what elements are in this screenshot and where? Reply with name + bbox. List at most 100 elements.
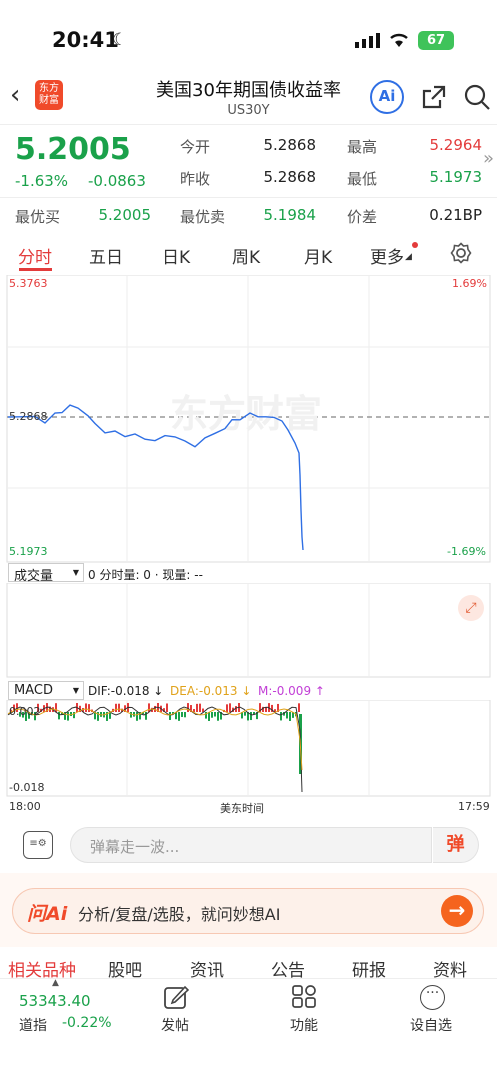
macd-histogram-bar [250,712,252,721]
y-axis-min: 5.1973 [9,545,48,558]
change-value: -0.0863 [88,172,146,190]
danmu-send-button[interactable]: 弹 [433,827,479,863]
macd-histogram-bar [187,703,189,712]
divider [0,978,497,979]
best-ask-label: 最优卖 [180,208,226,226]
chevron-up-icon: ▲ [52,978,59,988]
volume-info: 0 分时量: 0 · 现量: -- [88,568,203,582]
price-chart[interactable]: 东方财富 [0,275,497,565]
macd-dea: DEA:-0.013 ↓ [170,684,252,698]
macd-histogram-bar [88,704,90,712]
y-axis-max: 5.3763 [9,277,48,290]
post-button-label: 发帖 [161,1018,189,1034]
chevron-down-icon: ▼ [72,686,79,695]
open-value: 5.2868 [263,136,317,154]
change-percent: -1.63% [15,172,69,190]
ai-button[interactable]: Ai [370,80,404,114]
expand-icon[interactable]: » [483,148,494,169]
macd-histogram-bar [70,712,72,717]
tab-five-day[interactable]: 五日 [89,243,123,268]
macd-histogram-bar [286,712,288,719]
macd-histogram-bar [214,712,216,717]
x-axis-end: 17:59 [458,800,490,813]
macd-histogram-bar [289,712,291,721]
dow-index-value[interactable]: 53343.40 [19,992,91,1010]
battery-level: 67 [426,33,446,48]
macd-histogram-bar [55,703,57,712]
macd-histogram-bar [181,712,183,717]
chevron-down-icon: ◢ [405,252,412,262]
macd-histogram-bar [136,712,138,721]
fullscreen-icon[interactable]: ⤢ [458,595,484,621]
macd-axis-min: -0.018 [9,781,45,794]
spread-value: 0.21BP [429,206,482,224]
y-axis-mid: 5.2868 [9,410,48,423]
macd-axis-max: 0.002 [9,705,41,718]
macd-histogram-bar [67,712,69,721]
ai-assistant-prompt: 分析/复盘/选股，就问妙想AI [78,905,281,924]
macd-histogram-bar [118,703,120,712]
volume-selector-label: 成交量 [14,569,54,584]
indicator-selector-label: MACD [14,683,53,698]
macd-histogram-bar [148,703,150,712]
volume-selector[interactable]: 成交量 ▼ [8,563,84,584]
more-options-icon[interactable]: ··· [420,985,445,1010]
battery-icon: 67 [418,31,454,50]
indicator-selector[interactable]: MACD ▼ [8,681,84,700]
macd-dif: DIF:-0.018 ↓ [88,684,164,698]
chevron-down-icon: ▼ [72,568,79,577]
share-icon[interactable] [420,83,448,111]
dow-index-change: -0.22% [62,1015,112,1031]
pct-axis-min: -1.69% [447,545,486,558]
macd-m: M:-0.009 ↑ [258,684,325,698]
tab-intraday[interactable]: 分时 [18,243,52,268]
low-value: 5.1973 [429,168,483,186]
macd-histogram-bar [199,703,201,712]
notification-dot [412,242,418,248]
best-bid-value: 5.2005 [98,206,152,224]
macd-histogram-bar [211,712,213,718]
tab-active-indicator [19,268,52,271]
macd-histogram-bar [298,703,300,712]
best-bid-label: 最优买 [15,208,61,226]
arrow-right-icon[interactable]: → [441,895,473,927]
danmu-toggle-icon[interactable]: ≡⚙ [23,831,53,859]
last-price: 5.2005 [15,132,131,167]
x-axis-timezone: 美东时间 [220,802,264,815]
prev-close-value: 5.2868 [263,168,317,186]
macd-histogram-bar [166,703,168,712]
add-watchlist-label: 设自选 [410,1018,452,1034]
tab-weekly[interactable]: 周K [232,243,260,268]
signal-icon [355,33,380,48]
wifi-icon [390,33,408,47]
best-ask-value: 5.1984 [263,206,317,224]
macd-histogram-bar [226,704,228,712]
spread-label: 价差 [347,208,378,226]
high-value: 5.2964 [429,136,483,154]
high-label: 最高 [347,138,378,156]
x-axis-start: 18:00 [9,800,41,813]
macd-histogram-bar [184,712,186,718]
status-time: 20:41 [52,28,119,52]
macd-histogram-bar [229,703,231,712]
prev-close-label: 昨收 [180,170,211,188]
edit-post-icon[interactable] [163,984,189,1010]
tab-more[interactable]: 更多 [370,243,404,268]
chart-watermark: 东方财富 [170,393,322,436]
functions-button-label: 功能 [290,1018,318,1034]
low-label: 最低 [347,170,378,188]
macd-histogram-bar [280,712,282,721]
tab-daily[interactable]: 日K [162,243,190,268]
macd-histogram-bar [169,712,171,720]
macd-histogram-bar [115,703,117,712]
tab-monthly[interactable]: 月K [304,243,332,268]
functions-grid-icon[interactable] [292,985,316,1009]
macd-histogram-bar [244,712,246,716]
divider [0,197,497,198]
search-icon[interactable] [463,83,491,111]
divider [0,124,497,125]
ai-assistant-logo: 问Ai [27,903,68,925]
macd-chart [6,700,491,797]
settings-gear-icon[interactable] [450,242,472,264]
dow-index-name: 道指 [19,1018,47,1034]
